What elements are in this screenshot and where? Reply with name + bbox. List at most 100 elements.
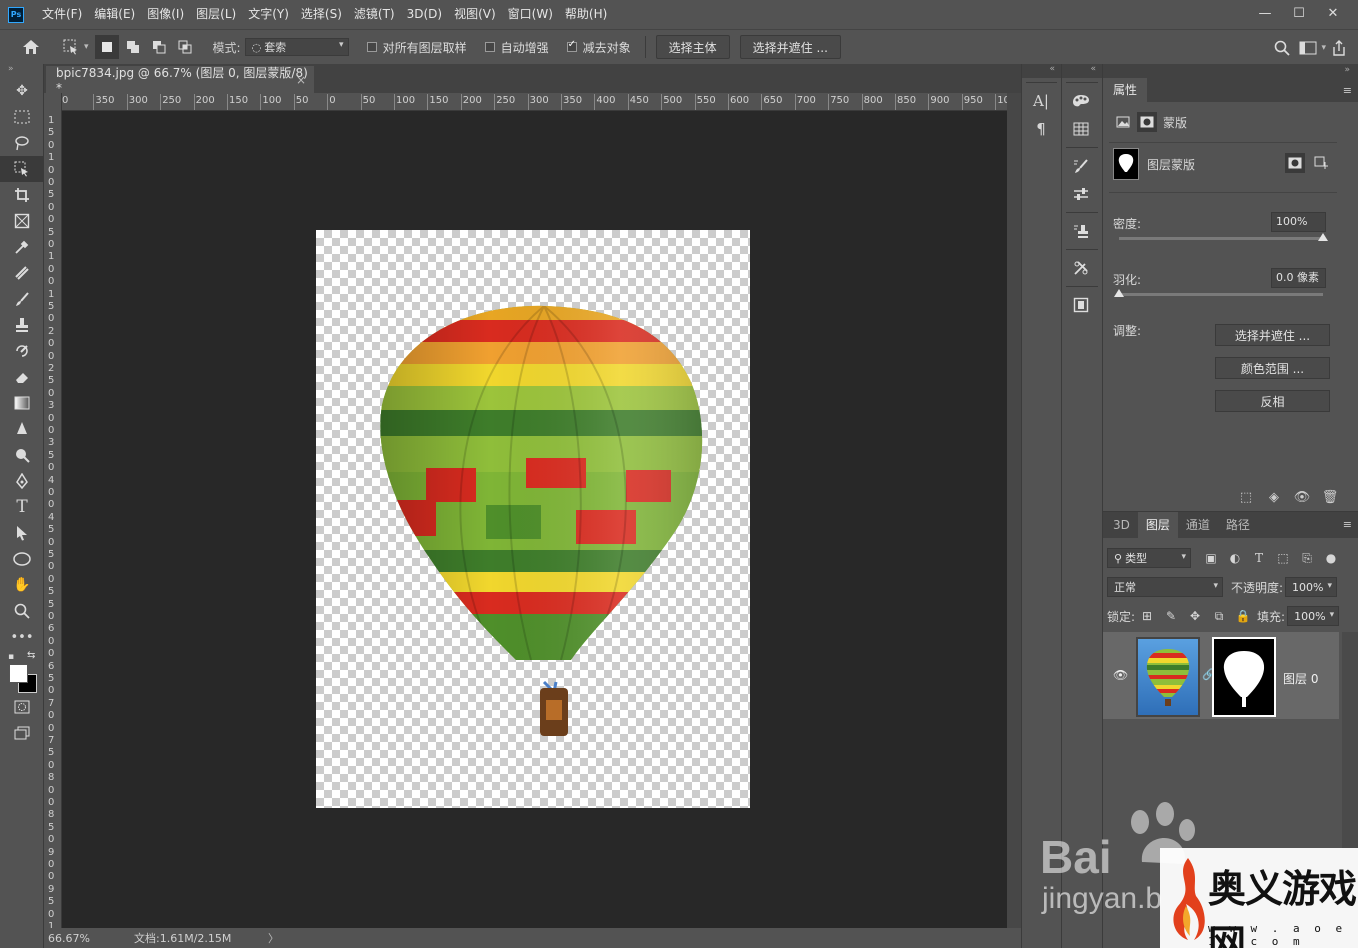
lock-all-icon[interactable]: 🔒 bbox=[1231, 609, 1255, 623]
zoom-level[interactable]: 66.67% bbox=[48, 932, 122, 945]
feather-slider-knob[interactable] bbox=[1114, 289, 1124, 297]
add-vector-mask-icon[interactable] bbox=[1311, 153, 1331, 173]
foreground-color-swatch[interactable] bbox=[9, 664, 28, 683]
share-icon[interactable] bbox=[1326, 35, 1352, 61]
select-subject-button[interactable]: 选择主体 bbox=[655, 35, 730, 59]
brush-tool-icon[interactable] bbox=[0, 286, 44, 312]
invert-button[interactable]: 反相 bbox=[1215, 390, 1330, 412]
mode-select[interactable]: ◌ 套索 ▾ bbox=[244, 38, 349, 56]
more-tools-icon[interactable]: ••• bbox=[0, 624, 44, 650]
menu-3d[interactable]: 3D(D) bbox=[401, 0, 448, 29]
frame-tool-icon[interactable] bbox=[0, 208, 44, 234]
subtract-object-checkbox[interactable]: 减去对象 bbox=[566, 39, 631, 56]
document-canvas[interactable] bbox=[316, 230, 750, 808]
screen-mode-icon[interactable] bbox=[0, 720, 44, 746]
tab-paths[interactable]: 路径 bbox=[1218, 512, 1258, 538]
lock-position-icon[interactable]: ✥ bbox=[1183, 609, 1207, 623]
brushes-panel-icon[interactable] bbox=[1062, 152, 1100, 180]
vertical-scrollbar[interactable] bbox=[1007, 93, 1021, 928]
pasteboard[interactable] bbox=[62, 111, 1007, 928]
default-colors-icon[interactable]: ▪ bbox=[8, 652, 14, 662]
filter-type-icon[interactable]: T bbox=[1247, 551, 1271, 565]
menu-window[interactable]: 窗口(W) bbox=[502, 0, 559, 29]
layer-row[interactable]: 👁 🔗 图层 0 bbox=[1103, 632, 1339, 719]
tab-properties[interactable]: 属性 bbox=[1103, 78, 1148, 102]
menu-help[interactable]: 帮助(H) bbox=[559, 0, 613, 29]
color-range-button[interactable]: 颜色范围 ... bbox=[1215, 357, 1330, 379]
hand-tool-icon[interactable]: ✋ bbox=[0, 572, 44, 598]
clone-stamp-tool-icon[interactable] bbox=[0, 312, 44, 338]
minimize-button[interactable]: — bbox=[1248, 0, 1282, 26]
close-tab-icon[interactable]: × bbox=[296, 73, 306, 87]
blend-mode-select[interactable]: 正常 ▾ bbox=[1107, 577, 1223, 597]
eyedropper-tool-icon[interactable] bbox=[0, 234, 44, 260]
gradient-tool-icon[interactable] bbox=[0, 390, 44, 416]
intersect-selection-icon[interactable] bbox=[173, 35, 197, 59]
load-selection-from-mask-icon[interactable]: ⬚ bbox=[1232, 490, 1260, 505]
zoom-tool-icon[interactable] bbox=[0, 598, 44, 624]
add-to-selection-icon[interactable] bbox=[121, 35, 145, 59]
adjustments-panel-icon[interactable] bbox=[1062, 180, 1100, 208]
checkbox-box-checked[interactable] bbox=[566, 39, 577, 52]
maximize-button[interactable]: ☐ bbox=[1282, 0, 1316, 26]
lock-transparent-pixels-icon[interactable]: ⊞ bbox=[1135, 609, 1159, 623]
object-selection-tool-icon[interactable] bbox=[0, 156, 44, 182]
move-tool-icon[interactable]: ✥ bbox=[0, 78, 44, 104]
dodge-tool-icon[interactable] bbox=[0, 442, 44, 468]
menu-edit[interactable]: 编辑(E) bbox=[88, 0, 141, 29]
filter-shape-icon[interactable]: ⬚ bbox=[1271, 551, 1295, 565]
checkbox-box[interactable] bbox=[484, 42, 495, 52]
tab-layers[interactable]: 图层 bbox=[1137, 512, 1178, 538]
filter-pixel-icon[interactable]: ▣ bbox=[1199, 551, 1223, 565]
apply-mask-icon[interactable]: ◈ bbox=[1260, 490, 1288, 505]
character-panel-icon[interactable]: A| bbox=[1022, 87, 1060, 115]
status-menu-chevron-icon[interactable]: 〉 bbox=[268, 930, 279, 946]
opacity-input[interactable]: 100% ▾ bbox=[1285, 577, 1338, 597]
tab-channels[interactable]: 通道 bbox=[1178, 512, 1218, 538]
swap-colors-icon[interactable]: ⇆ bbox=[27, 650, 35, 661]
density-slider-knob[interactable] bbox=[1318, 233, 1328, 241]
history-brush-tool-icon[interactable] bbox=[0, 338, 44, 364]
libraries-panel-icon[interactable] bbox=[1062, 291, 1100, 319]
search-icon[interactable] bbox=[1269, 35, 1295, 61]
path-selection-tool-icon[interactable] bbox=[0, 520, 44, 546]
expand-dock-icon[interactable]: » bbox=[1344, 65, 1350, 75]
quick-mask-icon[interactable] bbox=[0, 694, 44, 720]
lasso-tool-icon[interactable] bbox=[0, 130, 44, 156]
collapse-dock-icon[interactable]: « bbox=[1022, 64, 1061, 78]
ellipse-tool-icon[interactable] bbox=[0, 546, 44, 572]
layer-name[interactable]: 图层 0 bbox=[1283, 670, 1318, 687]
workspace-icon[interactable] bbox=[1295, 35, 1321, 61]
blur-tool-icon[interactable] bbox=[0, 416, 44, 442]
density-slider[interactable] bbox=[1119, 237, 1323, 240]
paragraph-panel-icon[interactable]: ¶ bbox=[1022, 115, 1060, 143]
crop-tool-icon[interactable] bbox=[0, 182, 44, 208]
menu-type[interactable]: 文字(Y) bbox=[242, 0, 295, 29]
lock-artboard-icon[interactable]: ⧉ bbox=[1207, 609, 1231, 624]
menu-view[interactable]: 视图(V) bbox=[448, 0, 502, 29]
select-and-mask-button[interactable]: 选择并遮住 ... bbox=[739, 35, 841, 59]
clone-source-panel-icon[interactable] bbox=[1062, 217, 1100, 245]
sample-all-layers-checkbox[interactable]: 对所有图层取样 bbox=[366, 39, 467, 56]
home-icon[interactable] bbox=[18, 34, 44, 60]
toolbar-collapse-icon[interactable]: » bbox=[0, 64, 43, 78]
panel-menu-icon[interactable]: ≡ bbox=[1343, 518, 1352, 531]
menu-select[interactable]: 选择(S) bbox=[295, 0, 348, 29]
close-button[interactable]: ✕ bbox=[1316, 0, 1350, 26]
select-pixel-mask-icon[interactable] bbox=[1285, 153, 1305, 173]
new-selection-icon[interactable] bbox=[94, 35, 119, 59]
tool-presets-panel-icon[interactable] bbox=[1062, 254, 1100, 282]
eraser-tool-icon[interactable] bbox=[0, 364, 44, 390]
menu-filter[interactable]: 滤镜(T) bbox=[348, 0, 401, 29]
delete-mask-icon[interactable]: 🗑 bbox=[1316, 490, 1344, 505]
filter-smart-object-icon[interactable]: ⎘ bbox=[1295, 551, 1319, 566]
layer-thumbnail[interactable] bbox=[1136, 637, 1200, 717]
filter-kind-select[interactable]: ⚲ 类型 ▾ bbox=[1107, 548, 1191, 568]
filter-toggle-icon[interactable]: ● bbox=[1319, 551, 1343, 565]
type-tool-icon[interactable]: T bbox=[0, 494, 44, 520]
color-panel-icon[interactable] bbox=[1062, 87, 1100, 115]
filter-adjustment-icon[interactable]: ◐ bbox=[1223, 551, 1247, 565]
tool-preset-chevron-icon[interactable]: ▾ bbox=[84, 42, 89, 52]
layers-scrollbar[interactable] bbox=[1342, 632, 1358, 932]
pen-tool-icon[interactable] bbox=[0, 468, 44, 494]
